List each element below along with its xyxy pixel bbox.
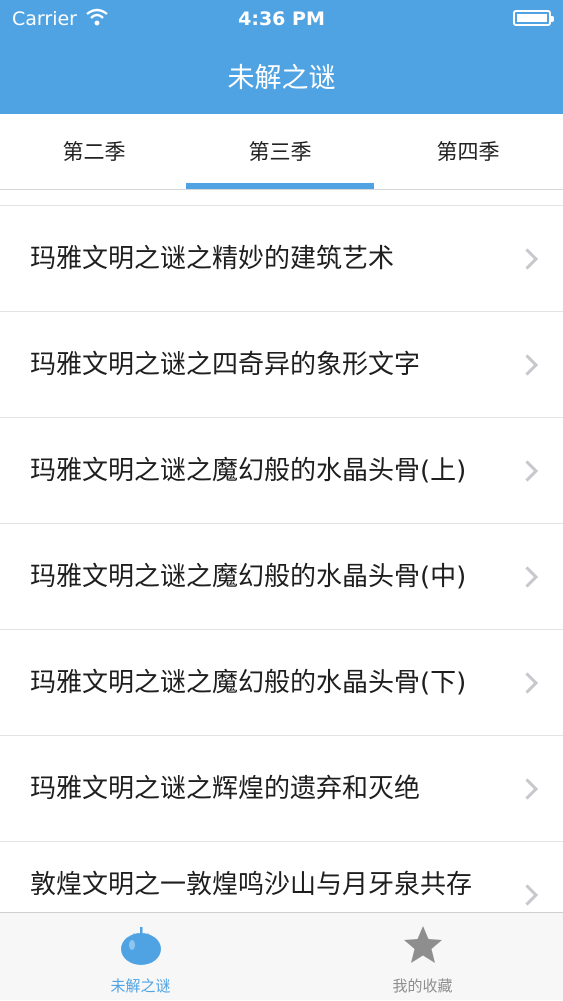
bottom-tab-bar: 未解之谜 我的收藏 xyxy=(0,912,563,1000)
chevron-right-icon xyxy=(516,883,539,906)
tab-label: 第二季 xyxy=(62,140,126,164)
chevron-right-icon xyxy=(516,247,539,270)
status-bar: Carrier 4:36 PM xyxy=(0,0,563,40)
list-item-title: 玛雅文明之谜之魔幻般的水晶头骨(中) xyxy=(30,561,467,592)
tab-season-4[interactable]: 第四季 xyxy=(374,114,562,190)
list-item[interactable]: 敦煌文明之一敦煌鸣沙山与月牙泉共存之谜 xyxy=(0,842,563,913)
tab-bar-item-favorites[interactable]: 我的收藏 xyxy=(282,913,563,1001)
chevron-right-icon xyxy=(516,565,539,588)
list-item[interactable]: 玛雅文明之谜之魔幻般的水晶头骨(上) xyxy=(0,418,563,524)
tab-bar-item-mysteries[interactable]: 未解之谜 xyxy=(0,913,281,1001)
list-item[interactable]: 玛雅文明之谜之魔幻般的水晶头骨(下) xyxy=(0,630,563,736)
list-item-title: 敦煌文明之一敦煌鸣沙山与月牙泉共存之谜 xyxy=(30,870,473,913)
list-item[interactable]: 玛雅文明之谜之四奇异的象形文字 xyxy=(0,312,563,418)
tab-bar-label: 我的收藏 xyxy=(392,977,453,995)
tab-label: 第三季 xyxy=(248,140,312,164)
list-item-title: 玛雅文明之谜之四奇异的象形文字 xyxy=(30,349,421,380)
chevron-right-icon xyxy=(516,671,539,694)
list-item[interactable]: 玛雅文明之谜之辉煌的遗弃和灭绝 xyxy=(0,736,563,842)
chevron-right-icon xyxy=(516,777,539,800)
chevron-right-icon xyxy=(516,459,539,482)
tab-season-2[interactable]: 第二季 xyxy=(0,114,188,190)
chevron-right-icon xyxy=(516,353,539,376)
tab-label: 第四季 xyxy=(436,140,500,164)
tab-season-3[interactable]: 第三季 xyxy=(186,114,374,190)
list-item-title: 玛雅文明之谜之魔幻般的水晶头骨(下) xyxy=(30,667,467,698)
selected-tab-indicator xyxy=(186,183,374,189)
star-icon xyxy=(403,926,442,963)
list-item[interactable]: 玛雅文明之谜之魔幻般的水晶头骨(中) xyxy=(0,524,563,630)
list-item[interactable]: 玛雅文明之谜之精妙的建筑艺术 xyxy=(0,206,563,312)
tab-bar-label: 未解之谜 xyxy=(110,977,171,995)
status-time: 4:36 PM xyxy=(238,8,325,30)
navigation-header: Carrier 4:36 PM 未解之谜 xyxy=(0,0,563,114)
episode-list[interactable]: 玛雅文明之谜之精妙的建筑艺术 玛雅文明之谜之四奇异的象形文字 玛雅文明之谜之魔幻… xyxy=(0,205,563,913)
list-item-title: 玛雅文明之谜之魔幻般的水晶头骨(上) xyxy=(30,455,467,486)
season-tabs: 第二季 第三季 第四季 xyxy=(0,114,563,190)
tomato-icon xyxy=(120,927,161,965)
page-title: 未解之谜 xyxy=(227,63,336,94)
battery-icon xyxy=(513,10,554,26)
list-item-title: 玛雅文明之谜之精妙的建筑艺术 xyxy=(30,243,395,274)
list-item-title: 玛雅文明之谜之辉煌的遗弃和灭绝 xyxy=(30,773,421,804)
